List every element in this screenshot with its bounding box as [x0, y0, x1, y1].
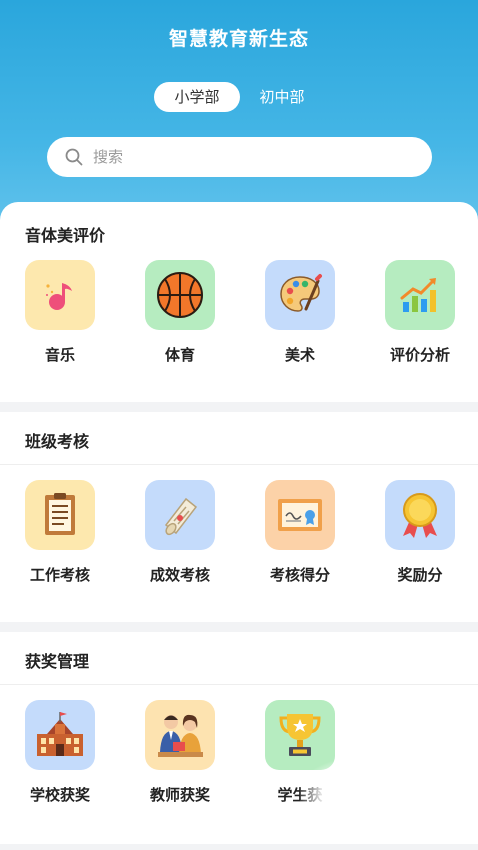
grid-item-label: 音乐 [44, 346, 75, 364]
grid-item-label: 教师获奖 [149, 786, 210, 804]
basketball-icon [145, 260, 215, 330]
search-icon [65, 148, 83, 166]
grid-item-label: 学校获奖 [29, 786, 90, 804]
grid-item-label: 评价分析 [389, 346, 450, 364]
grid-item-label: 奖励分 [397, 566, 443, 584]
grid-item-label: 体育 [164, 346, 195, 364]
search-bar[interactable] [47, 137, 432, 177]
bar-chart-icon [385, 260, 455, 330]
section-title: 获奖管理 [25, 652, 90, 671]
scroll-icon [145, 480, 215, 550]
medal-icon [385, 480, 455, 550]
clipboard-icon [25, 480, 95, 550]
grid-item-label: 成效考核 [149, 566, 210, 584]
section-divider [0, 464, 478, 465]
section-arts-evaluation: 音体美评价 音乐 体育 美术 评价分析 [0, 202, 478, 402]
tab-junior-high[interactable]: 初中部 [248, 82, 316, 112]
grid-item-label: 工作考核 [29, 566, 90, 584]
palette-icon [265, 260, 335, 330]
teachers-icon [145, 700, 215, 770]
school-building-icon [25, 700, 95, 770]
certificate-icon [265, 480, 335, 550]
section-class-assessment: 班级考核 工作考核 成效考核 考核得分 奖励分 [0, 412, 478, 622]
section-divider [0, 684, 478, 685]
grid-item-label: 美术 [284, 346, 315, 364]
section-title: 音体美评价 [25, 226, 106, 245]
school-level-tabs: 小学部 初中部 [0, 82, 478, 112]
grid-item-label: 考核得分 [269, 566, 330, 584]
search-input[interactable] [93, 137, 413, 177]
page-title: 智慧教育新生态 [168, 28, 309, 50]
tab-primary-school[interactable]: 小学部 [154, 82, 240, 112]
music-note-icon [25, 260, 95, 330]
watermark-fade [300, 760, 410, 830]
section-title: 班级考核 [25, 432, 90, 451]
